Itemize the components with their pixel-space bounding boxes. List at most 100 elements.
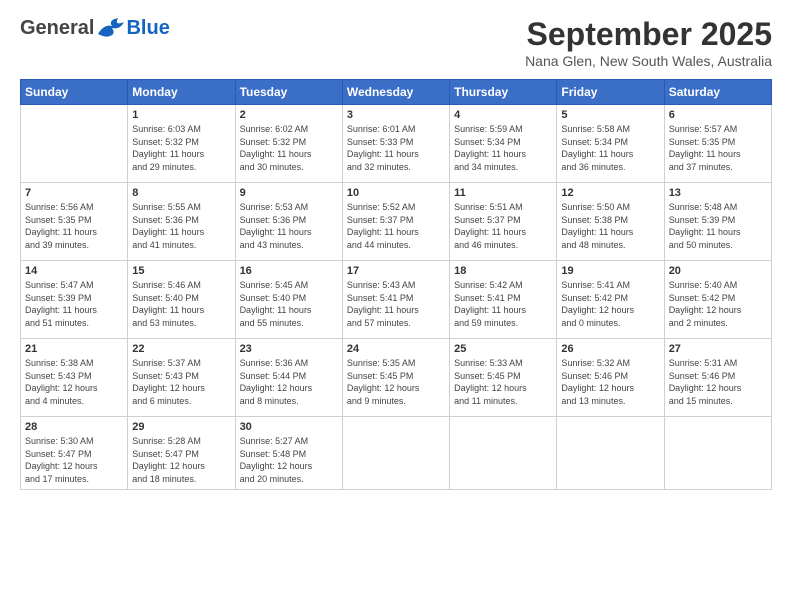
day-info: Sunrise: 5:38 AM Sunset: 5:43 PM Dayligh… (25, 357, 123, 407)
day-number: 3 (347, 109, 445, 121)
day-cell: 19 Sunrise: 5:41 AM Sunset: 5:42 PM Dayli… (557, 261, 664, 339)
calendar-table: SundayMondayTuesdayWednesdayThursdayFrid… (20, 79, 772, 490)
week-row-3: 14Sunrise: 5:47 AM Sunset: 5:39 PM Dayli… (21, 261, 772, 339)
day-info: Sunrise: 5:50 AM Sunset: 5:38 PM Dayligh… (561, 201, 659, 251)
day-number: 27 (669, 343, 767, 355)
day-cell: 8 Sunrise: 5:55 AM Sunset: 5:36 PM Daylig… (128, 183, 235, 261)
day-number: 4 (454, 109, 552, 121)
day-number: 25 (454, 343, 552, 355)
day-cell: 22 Sunrise: 5:37 AM Sunset: 5:43 PM Dayli… (128, 339, 235, 417)
day-cell: 28 Sunrise: 5:30 AM Sunset: 5:47 PM Dayli… (21, 417, 128, 490)
day-number: 23 (240, 343, 338, 355)
logo-general: General (20, 17, 94, 40)
day-number: 20 (669, 265, 767, 277)
day-cell: 23 Sunrise: 5:36 AM Sunset: 5:44 PM Dayli… (235, 339, 342, 417)
day-info: Sunrise: 5:56 AM Sunset: 5:35 PM Dayligh… (25, 201, 123, 251)
day-cell: 27Sunrise: 5:31 AM Sunset: 5:46 PM Dayli… (664, 339, 771, 417)
day-info: Sunrise: 6:03 AM Sunset: 5:32 PM Dayligh… (132, 123, 230, 173)
day-cell (342, 417, 449, 490)
day-info: Sunrise: 6:02 AM Sunset: 5:32 PM Dayligh… (240, 123, 338, 173)
day-number: 24 (347, 343, 445, 355)
weekday-wednesday: Wednesday (342, 80, 449, 105)
day-cell: 1Sunrise: 6:03 AM Sunset: 5:32 PM Daylig… (128, 105, 235, 183)
day-info: Sunrise: 5:46 AM Sunset: 5:40 PM Dayligh… (132, 279, 230, 329)
day-number: 26 (561, 343, 659, 355)
week-row-4: 21Sunrise: 5:38 AM Sunset: 5:43 PM Dayli… (21, 339, 772, 417)
day-cell: 13 Sunrise: 5:48 AM Sunset: 5:39 PM Dayli… (664, 183, 771, 261)
day-cell (450, 417, 557, 490)
day-cell: 24 Sunrise: 5:35 AM Sunset: 5:45 PM Dayli… (342, 339, 449, 417)
day-cell (557, 417, 664, 490)
day-info: Sunrise: 5:48 AM Sunset: 5:39 PM Dayligh… (669, 201, 767, 251)
day-number: 30 (240, 421, 338, 433)
day-number: 12 (561, 187, 659, 199)
logo-blue: Blue (126, 17, 169, 40)
day-number: 18 (454, 265, 552, 277)
day-cell: 11 Sunrise: 5:51 AM Sunset: 5:37 PM Dayli… (450, 183, 557, 261)
day-cell (664, 417, 771, 490)
day-number: 11 (454, 187, 552, 199)
day-info: Sunrise: 5:41 AM Sunset: 5:42 PM Dayligh… (561, 279, 659, 329)
day-number: 6 (669, 109, 767, 121)
day-info: Sunrise: 5:32 AM Sunset: 5:46 PM Dayligh… (561, 357, 659, 407)
day-cell: 16 Sunrise: 5:45 AM Sunset: 5:40 PM Dayli… (235, 261, 342, 339)
day-cell: 9 Sunrise: 5:53 AM Sunset: 5:36 PM Daylig… (235, 183, 342, 261)
day-number: 16 (240, 265, 338, 277)
day-info: Sunrise: 5:33 AM Sunset: 5:45 PM Dayligh… (454, 357, 552, 407)
day-info: Sunrise: 5:36 AM Sunset: 5:44 PM Dayligh… (240, 357, 338, 407)
day-info: Sunrise: 5:28 AM Sunset: 5:47 PM Dayligh… (132, 435, 230, 485)
logo: General Blue (20, 16, 170, 40)
day-number: 28 (25, 421, 123, 433)
day-cell: 26 Sunrise: 5:32 AM Sunset: 5:46 PM Dayli… (557, 339, 664, 417)
day-cell: 15 Sunrise: 5:46 AM Sunset: 5:40 PM Dayli… (128, 261, 235, 339)
day-number: 22 (132, 343, 230, 355)
day-number: 13 (669, 187, 767, 199)
day-info: Sunrise: 5:42 AM Sunset: 5:41 PM Dayligh… (454, 279, 552, 329)
day-cell (21, 105, 128, 183)
week-row-2: 7 Sunrise: 5:56 AM Sunset: 5:35 PM Daylig… (21, 183, 772, 261)
weekday-monday: Monday (128, 80, 235, 105)
weekday-sunday: Sunday (21, 80, 128, 105)
weekday-friday: Friday (557, 80, 664, 105)
location: Nana Glen, New South Wales, Australia (525, 53, 772, 69)
day-info: Sunrise: 5:35 AM Sunset: 5:45 PM Dayligh… (347, 357, 445, 407)
day-cell: 10Sunrise: 5:52 AM Sunset: 5:37 PM Dayli… (342, 183, 449, 261)
day-cell: 7 Sunrise: 5:56 AM Sunset: 5:35 PM Daylig… (21, 183, 128, 261)
day-info: Sunrise: 5:59 AM Sunset: 5:34 PM Dayligh… (454, 123, 552, 173)
day-info: Sunrise: 5:27 AM Sunset: 5:48 PM Dayligh… (240, 435, 338, 485)
day-info: Sunrise: 5:30 AM Sunset: 5:47 PM Dayligh… (25, 435, 123, 485)
day-number: 7 (25, 187, 123, 199)
day-info: Sunrise: 6:01 AM Sunset: 5:33 PM Dayligh… (347, 123, 445, 173)
weekday-thursday: Thursday (450, 80, 557, 105)
day-info: Sunrise: 5:53 AM Sunset: 5:36 PM Dayligh… (240, 201, 338, 251)
day-cell: 3 Sunrise: 6:01 AM Sunset: 5:33 PM Daylig… (342, 105, 449, 183)
day-info: Sunrise: 5:40 AM Sunset: 5:42 PM Dayligh… (669, 279, 767, 329)
logo-bird-icon (96, 16, 126, 40)
day-info: Sunrise: 5:37 AM Sunset: 5:43 PM Dayligh… (132, 357, 230, 407)
weekday-saturday: Saturday (664, 80, 771, 105)
day-info: Sunrise: 5:55 AM Sunset: 5:36 PM Dayligh… (132, 201, 230, 251)
day-info: Sunrise: 5:51 AM Sunset: 5:37 PM Dayligh… (454, 201, 552, 251)
day-cell: 6Sunrise: 5:57 AM Sunset: 5:35 PM Daylig… (664, 105, 771, 183)
day-cell: 14Sunrise: 5:47 AM Sunset: 5:39 PM Dayli… (21, 261, 128, 339)
day-cell: 25 Sunrise: 5:33 AM Sunset: 5:45 PM Dayli… (450, 339, 557, 417)
day-cell: 12 Sunrise: 5:50 AM Sunset: 5:38 PM Dayli… (557, 183, 664, 261)
weekday-tuesday: Tuesday (235, 80, 342, 105)
day-number: 8 (132, 187, 230, 199)
day-info: Sunrise: 5:58 AM Sunset: 5:34 PM Dayligh… (561, 123, 659, 173)
day-cell: 18 Sunrise: 5:42 AM Sunset: 5:41 PM Dayli… (450, 261, 557, 339)
day-number: 9 (240, 187, 338, 199)
day-cell: 5Sunrise: 5:58 AM Sunset: 5:34 PM Daylig… (557, 105, 664, 183)
day-number: 19 (561, 265, 659, 277)
weekday-header-row: SundayMondayTuesdayWednesdayThursdayFrid… (21, 80, 772, 105)
day-cell: 21Sunrise: 5:38 AM Sunset: 5:43 PM Dayli… (21, 339, 128, 417)
day-cell: 2 Sunrise: 6:02 AM Sunset: 5:32 PM Daylig… (235, 105, 342, 183)
day-number: 2 (240, 109, 338, 121)
title-section: September 2025 Nana Glen, New South Wale… (525, 16, 772, 69)
day-info: Sunrise: 5:52 AM Sunset: 5:37 PM Dayligh… (347, 201, 445, 251)
day-info: Sunrise: 5:45 AM Sunset: 5:40 PM Dayligh… (240, 279, 338, 329)
day-number: 15 (132, 265, 230, 277)
day-number: 29 (132, 421, 230, 433)
month-title: September 2025 (525, 16, 772, 53)
week-row-1: 1Sunrise: 6:03 AM Sunset: 5:32 PM Daylig… (21, 105, 772, 183)
